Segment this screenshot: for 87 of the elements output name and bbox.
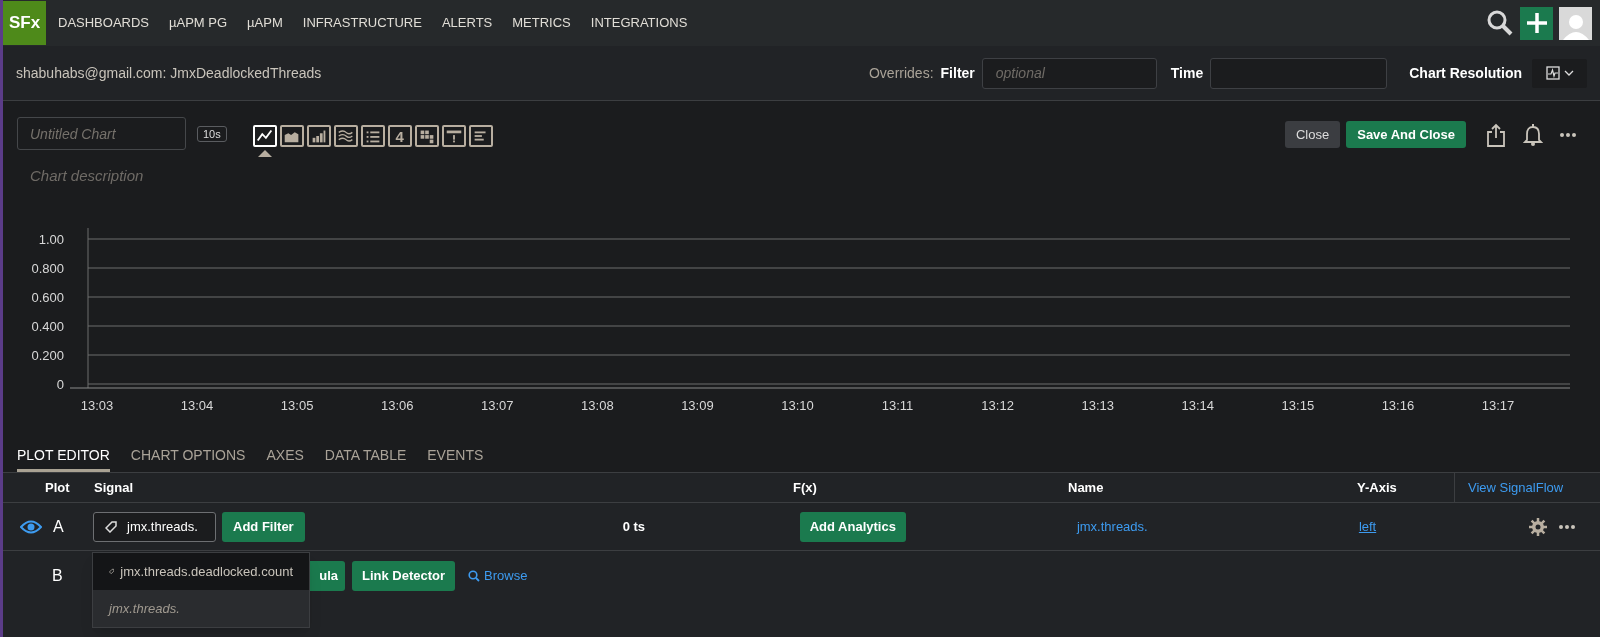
plus-icon	[1525, 12, 1548, 34]
chart-type-tab[interactable]	[441, 125, 466, 147]
save-and-close-button[interactable]: Save And Close	[1346, 121, 1466, 148]
time-series-count: 0 ts	[622, 517, 647, 536]
chart-type-tab[interactable]	[306, 125, 331, 147]
nav-link[interactable]: INTEGRATIONS	[590, 13, 688, 33]
gear-icon[interactable]	[1529, 517, 1547, 536]
close-button[interactable]: Close	[1284, 121, 1341, 148]
y-tick-label: 1.00	[38, 232, 64, 247]
x-tick-label: 13:17	[1481, 398, 1515, 413]
selection-pointer-icon	[257, 150, 272, 157]
plot-letter: A	[53, 516, 65, 537]
chart-type-tab[interactable]	[414, 125, 439, 147]
plot-name-link[interactable]: jmx.threads.	[1076, 516, 1359, 537]
more-icon[interactable]	[1559, 524, 1575, 529]
signal-field[interactable]: jmx.threads.	[93, 511, 216, 542]
nav-link[interactable]: DASHBOARDS	[58, 13, 150, 33]
time-field[interactable]	[1210, 57, 1388, 89]
tag-icon	[105, 520, 117, 533]
column-header: F(x)	[793, 478, 818, 497]
overrides-label: Overrides:	[868, 63, 934, 83]
x-tick-label: 13:13	[1081, 398, 1114, 413]
y-tick-label: 0.400	[31, 319, 64, 334]
chevron-down-icon	[1563, 70, 1574, 76]
column-header: Y-Axis	[1357, 478, 1398, 497]
x-tick-label: 13:16	[1381, 398, 1415, 413]
tab[interactable]: AXES	[266, 445, 304, 472]
chart-title-field[interactable]: Untitled Chart	[17, 117, 186, 150]
x-tick-label: 13:15	[1281, 398, 1315, 413]
plot-letter: B	[52, 566, 64, 586]
x-tick-label: 13:06	[380, 398, 414, 413]
tab[interactable]: DATA TABLE	[324, 445, 407, 472]
tab[interactable]: EVENTS	[427, 445, 484, 472]
search-icon	[468, 570, 481, 582]
chart-type-tab[interactable]	[360, 125, 385, 147]
add-filter-button[interactable]: Add Filter	[222, 511, 305, 542]
suggestion-item[interactable]: jmx.threads.	[93, 590, 309, 627]
x-tick-label: 13:05	[280, 398, 314, 413]
logo[interactable]: SFx	[3, 1, 46, 45]
chart-type-tab[interactable]	[333, 125, 358, 147]
nav-link[interactable]: µAPM PG	[169, 13, 228, 33]
x-tick-label: 13:08	[581, 398, 614, 413]
x-tick-label: 13:07	[481, 398, 514, 413]
chart-type-tab[interactable]	[468, 125, 493, 147]
resolution-badge: 10s	[197, 126, 227, 142]
plot-action-button[interactable]: Link Detector	[352, 561, 456, 591]
x-tick-label: 13:12	[981, 398, 1014, 413]
avatar[interactable]	[1559, 6, 1592, 40]
x-tick-label: 13:04	[180, 398, 214, 413]
nav-link[interactable]: µAPM	[247, 13, 283, 33]
chart-resolution-label: Chart Resolution	[1409, 63, 1522, 83]
y-tick-label: 0.800	[31, 261, 64, 276]
tag-icon	[109, 566, 115, 577]
x-tick-label: 13:03	[80, 398, 114, 413]
page-title: shabuhabs@gmail.com: JmxDeadlockedThreads	[16, 63, 322, 83]
add-analytics-button[interactable]: Add Analytics	[799, 511, 906, 542]
column-header: Signal	[94, 478, 134, 497]
eye-icon[interactable]	[20, 519, 42, 534]
x-tick-label: 13:09	[681, 398, 714, 413]
y-axis-link[interactable]: left	[1358, 516, 1377, 537]
share-icon[interactable]	[1486, 122, 1506, 147]
chart-type-tab[interactable]	[279, 125, 304, 147]
time-label: Time	[1170, 63, 1204, 83]
tab[interactable]: CHART OPTIONS	[130, 445, 246, 472]
browse-link[interactable]: Browse	[468, 566, 528, 586]
nav-link[interactable]: METRICS	[512, 13, 571, 33]
y-tick-label: 0	[56, 377, 64, 392]
suggestion-item[interactable]: jmx.threads.deadlocked.count	[93, 553, 309, 590]
more-icon[interactable]	[1560, 132, 1576, 137]
x-tick-label: 13:14	[1181, 398, 1215, 413]
y-tick-label: 0.200	[31, 348, 64, 363]
column-header: Plot	[45, 478, 71, 497]
x-tick-label: 13:10	[781, 398, 814, 413]
x-tick-label: 13:11	[881, 398, 914, 413]
y-tick-label: 0.600	[31, 290, 64, 305]
bell-icon[interactable]	[1523, 123, 1543, 146]
nav-link[interactable]: INFRASTRUCTURE	[302, 13, 422, 33]
pulse-icon	[1545, 66, 1560, 80]
chart-type-tab[interactable]: 4	[387, 125, 412, 147]
add-button[interactable]	[1520, 6, 1553, 40]
resolution-dropdown[interactable]	[1532, 58, 1587, 88]
view-signalflow-link[interactable]: View SignalFlow	[1468, 477, 1564, 498]
filter-field[interactable]: optional	[981, 57, 1157, 89]
search-icon[interactable]	[1486, 9, 1514, 37]
nav-link[interactable]: ALERTS	[441, 13, 493, 33]
filter-label: Filter	[940, 63, 975, 83]
column-header: Name	[1068, 478, 1105, 497]
